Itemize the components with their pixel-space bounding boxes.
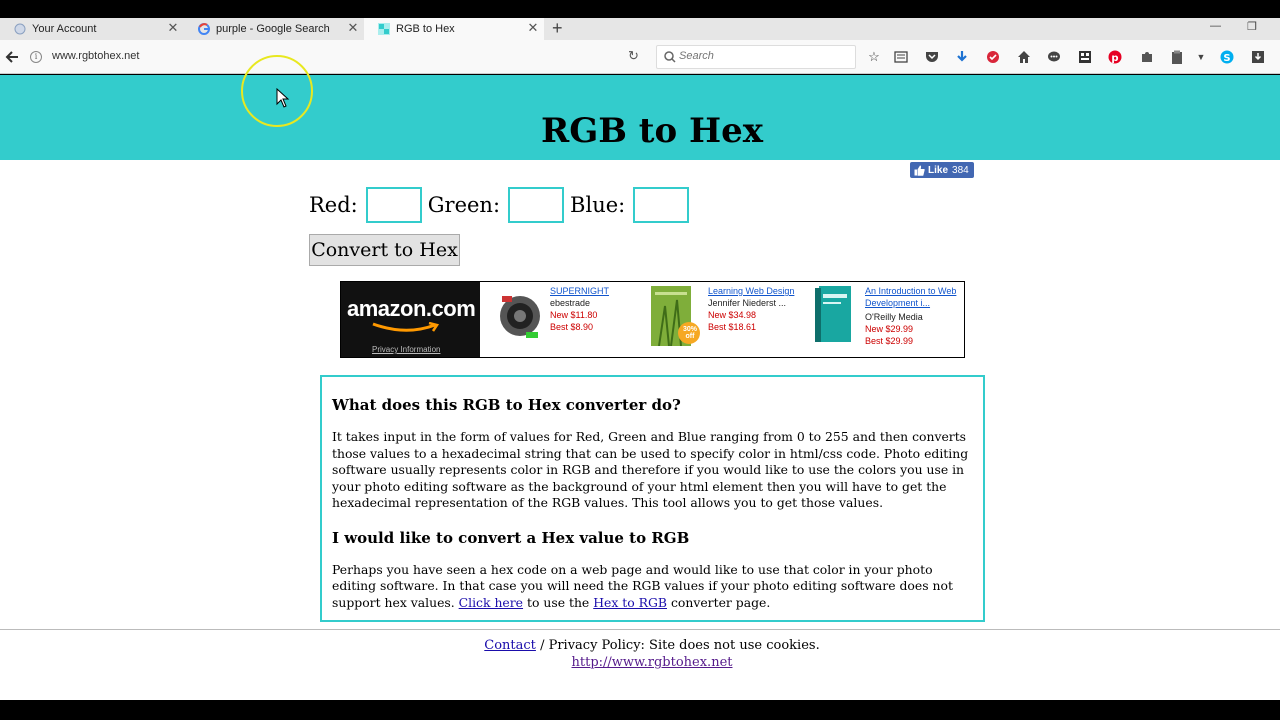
info-icon[interactable]: i [30, 51, 42, 63]
like-label: Like [928, 164, 949, 176]
home-icon[interactable] [1016, 49, 1032, 65]
ad-item[interactable]: 30% off Learning Web Design Jennifer Nie… [651, 282, 811, 357]
ad-item-title[interactable]: SUPERNIGHT [550, 285, 609, 297]
section-paragraph: Perhaps you have seen a hex code on a we… [332, 562, 973, 612]
tab-bar: Your Account ✕ purple - Google Search ✕ … [0, 18, 1280, 40]
ad-item-new-price: New $34.98 [708, 310, 757, 320]
chat-icon[interactable] [1046, 49, 1062, 65]
ad-item[interactable]: An Introduction to Web Development i... … [813, 282, 965, 357]
footer: Contact / Privacy Policy: Site does not … [0, 637, 1280, 671]
green-input[interactable] [508, 187, 565, 223]
ad-item-new-price: New $11.80 [550, 310, 598, 320]
new-tab-icon[interactable]: + [552, 19, 563, 37]
section-heading: What does this RGB to Hex converter do? [332, 396, 681, 414]
puzzle-icon[interactable] [1139, 49, 1155, 65]
svg-text:S: S [1223, 53, 1230, 64]
tab-label: Your Account [32, 23, 97, 35]
download-icon[interactable] [954, 49, 970, 65]
svg-text:p: p [1111, 53, 1118, 64]
amazon-logo[interactable]: amazon.com Privacy Information [341, 282, 480, 357]
ad-item-best-price: Best $29.99 [865, 336, 914, 346]
globe-icon [14, 23, 26, 35]
amazon-wordmark: amazon.com [347, 296, 476, 321]
green-label: Green: [427, 193, 501, 217]
adblock-icon[interactable] [985, 49, 1001, 65]
click-here-link[interactable]: Click here [459, 595, 523, 610]
tab-label: RGB to Hex [396, 23, 455, 35]
url-bar[interactable]: www.rgbtohex.net [52, 50, 139, 62]
close-icon[interactable]: ✕ [166, 21, 180, 35]
blue-input[interactable] [633, 187, 690, 223]
skype-icon[interactable]: S [1219, 49, 1235, 65]
ad-item[interactable]: SUPERNIGHT ebestrade New $11.80 Best $8.… [491, 282, 651, 357]
ad-item-author: ebestrade [550, 298, 591, 308]
pocket-icon[interactable] [924, 49, 940, 65]
led-strip-image [496, 286, 544, 344]
bookmark-star-icon[interactable]: ☆ [866, 49, 882, 65]
close-icon[interactable]: ✕ [526, 21, 540, 35]
pinterest-icon[interactable]: p [1107, 49, 1123, 65]
paragraph-text: converter page. [670, 594, 771, 610]
ad-item-title[interactable]: Learning Web Design [708, 285, 794, 297]
search-input[interactable] [679, 50, 849, 62]
thumbs-up-icon [914, 165, 925, 176]
red-label: Red: [309, 193, 358, 217]
save-page-icon[interactable] [1250, 49, 1266, 65]
amazon-ad-banner[interactable]: amazon.com Privacy Information SUPERNIGH… [340, 281, 965, 358]
site-favicon-icon [378, 23, 390, 35]
screen-bottom-border [0, 700, 1280, 720]
chevron-down-icon[interactable]: ▼ [1193, 49, 1209, 65]
web-page: RGB to Hex Like 384 Red: Green: Blue: Co… [0, 75, 1280, 700]
info-box: What does this RGB to Hex converter do? … [320, 375, 985, 622]
page-title: RGB to Hex [540, 111, 764, 151]
ad-item-author: O'Reilly Media [865, 312, 923, 322]
hex-to-rgb-link[interactable]: Hex to RGB [593, 595, 667, 610]
search-icon [663, 50, 677, 64]
google-icon [198, 23, 210, 35]
back-arrow-icon[interactable] [3, 49, 21, 65]
book-cover-image: 30% off [651, 286, 701, 347]
minimize-icon[interactable]: — [1210, 20, 1221, 32]
discount-badge: 30% off [682, 326, 697, 340]
mouse-cursor-icon [276, 88, 290, 108]
reload-icon[interactable]: ↻ [628, 48, 639, 64]
like-count: 384 [952, 164, 969, 176]
section-paragraph: It takes input in the form of values for… [332, 429, 969, 510]
tab-label: purple - Google Search [216, 23, 330, 35]
tab-google-search[interactable]: purple - Google Search ✕ [184, 18, 364, 40]
close-icon[interactable]: ✕ [346, 21, 360, 35]
contact-link[interactable]: Contact [484, 638, 536, 653]
convert-to-hex-button[interactable]: Convert to Hex [309, 234, 460, 266]
extension-icon[interactable] [1077, 49, 1093, 65]
facebook-like-button[interactable]: Like 384 [910, 162, 974, 178]
amazon-smile-icon [372, 322, 440, 332]
ad-item-title[interactable]: An Introduction to Web [865, 285, 965, 297]
bookmarks-list-icon[interactable] [893, 49, 909, 65]
navigation-bar: i www.rgbtohex.net ↻ ☆ p ▼ S [0, 40, 1280, 74]
tab-rgb-to-hex[interactable]: RGB to Hex ✕ [364, 18, 544, 40]
footer-divider [0, 629, 1280, 630]
clipboard-icon[interactable] [1169, 49, 1185, 65]
site-url-link[interactable]: http://www.rgbtohex.net [572, 655, 733, 670]
privacy-policy-text: / Privacy Policy: Site does not use cook… [540, 638, 820, 653]
book-cover-image [815, 286, 855, 344]
section-heading: I would like to convert a Hex value to R… [332, 528, 690, 547]
tab-your-account[interactable]: Your Account ✕ [0, 18, 184, 40]
ad-privacy-link[interactable]: Privacy Information [372, 345, 440, 354]
restore-icon[interactable]: ❐ [1247, 20, 1257, 33]
ad-item-author: Jennifer Niederst ... [708, 298, 787, 308]
ad-item-best-price: Best $18.61 [708, 322, 757, 332]
ad-item-best-price: Best $8.90 [550, 322, 594, 332]
red-input[interactable] [365, 187, 422, 223]
rgb-form: Red: Green: Blue: [309, 187, 695, 223]
blue-label: Blue: [570, 193, 626, 217]
screen-top-border [0, 0, 1280, 18]
ad-item-new-price: New $29.99 [865, 324, 914, 334]
search-box[interactable] [656, 45, 856, 69]
paragraph-text: to use the [526, 594, 590, 610]
ad-item-title-continued[interactable]: Development i... [865, 297, 965, 309]
